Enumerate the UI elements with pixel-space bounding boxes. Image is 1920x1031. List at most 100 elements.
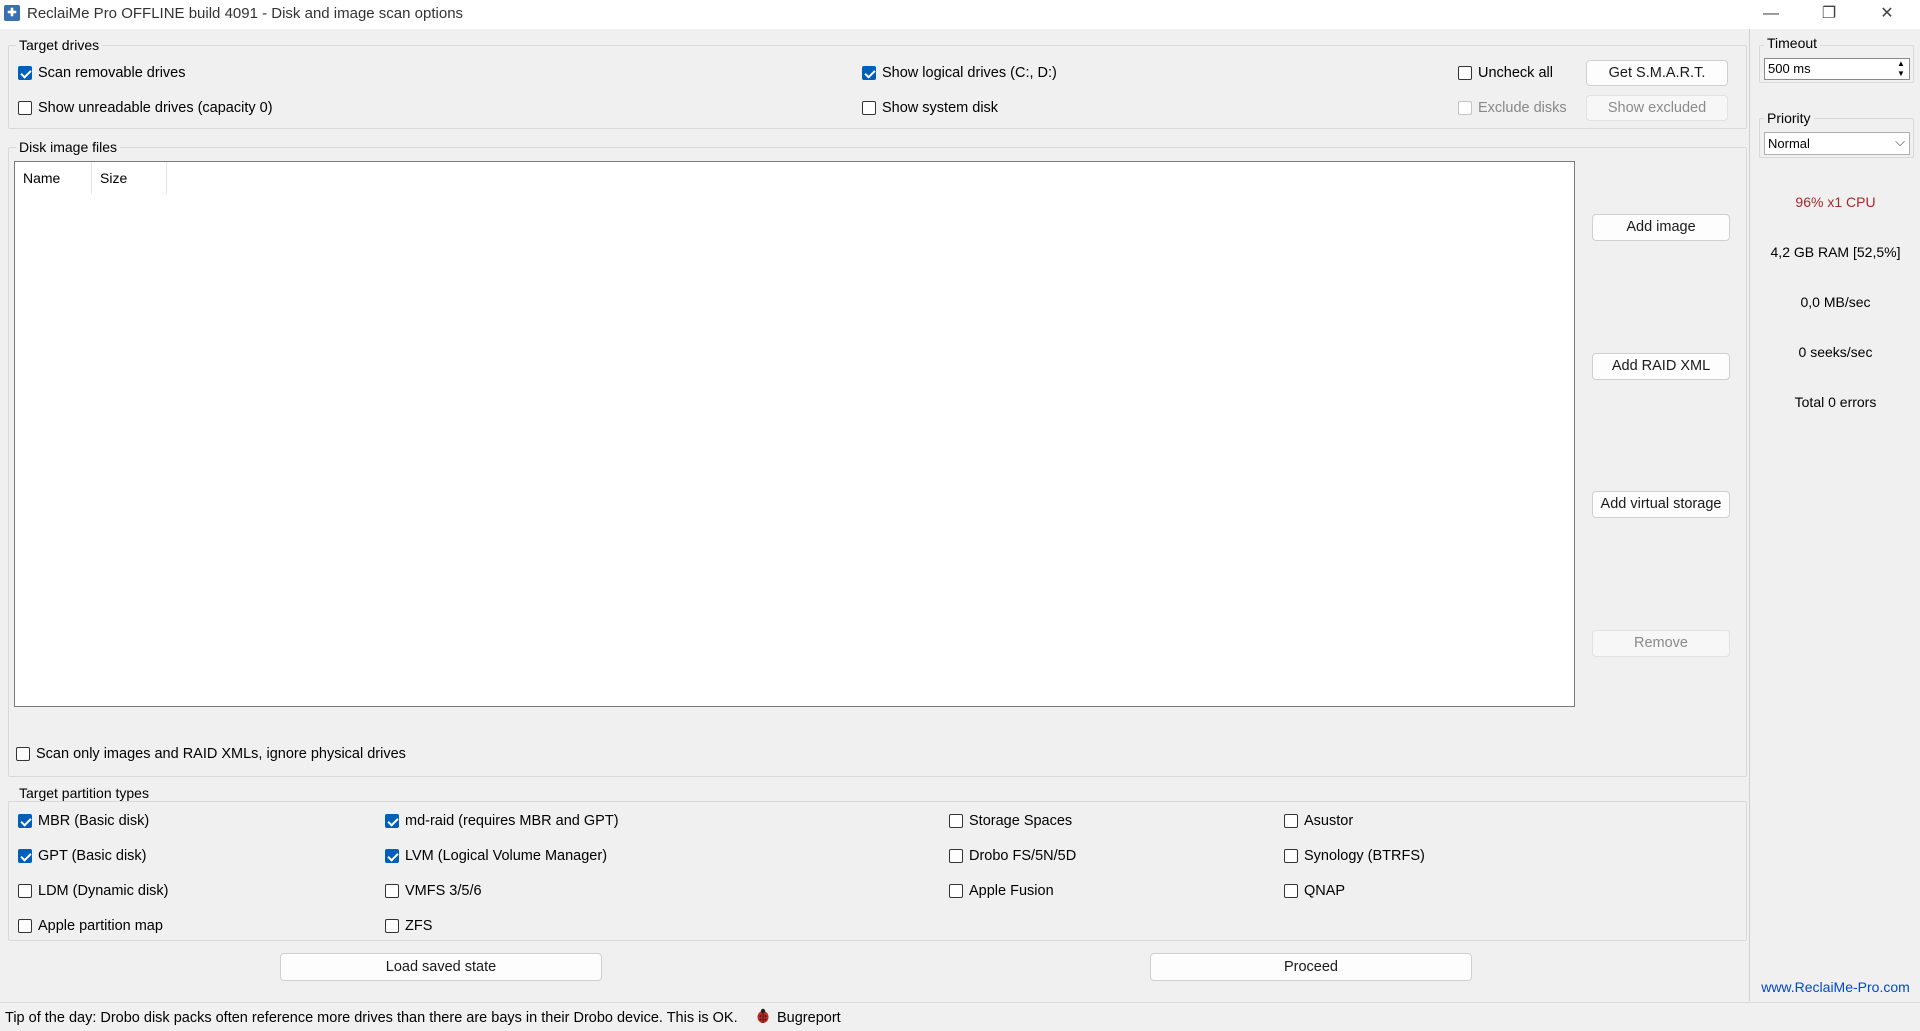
partition-type-label: QNAP	[1304, 883, 1346, 899]
add-image-button[interactable]: Add image	[1592, 214, 1730, 241]
partition-type-md-raid[interactable]: md-raid (requires MBR and GPT)	[385, 812, 619, 830]
column-header-size[interactable]: Size	[92, 162, 167, 194]
checkbox-checked-icon	[862, 66, 876, 80]
partition-type-lvm[interactable]: LVM (Logical Volume Manager)	[385, 847, 607, 865]
title-bar: ✚ ReclaiMe Pro OFFLINE build 4091 - Disk…	[0, 0, 1920, 29]
spin-up-icon[interactable]: ▲	[1895, 59, 1907, 69]
checkbox-icon	[949, 884, 963, 898]
checkbox-icon	[1284, 849, 1298, 863]
column-header-name[interactable]: Name	[15, 162, 92, 194]
show-system-disk-checkbox[interactable]: Show system disk	[862, 99, 998, 117]
show-logical-label: Show logical drives (C:, D:)	[882, 65, 1057, 81]
scan-only-images-label: Scan only images and RAID XMLs, ignore p…	[36, 746, 406, 762]
spin-down-icon[interactable]: ▼	[1895, 69, 1907, 79]
checkbox-checked-icon	[385, 849, 399, 863]
checkbox-icon	[1284, 884, 1298, 898]
window-title: ReclaiMe Pro OFFLINE build 4091 - Disk a…	[27, 5, 464, 22]
tip-of-the-day: Tip of the day: Drobo disk packs often r…	[5, 1010, 738, 1026]
image-file-list[interactable]: Name Size	[14, 161, 1575, 707]
checkbox-icon	[1284, 814, 1298, 828]
checkbox-icon	[18, 101, 32, 115]
right-panel: Timeout 500 ms ▲ ▼ Priority Normal ⌵ 96%…	[1749, 29, 1920, 1001]
checkbox-checked-icon	[18, 849, 32, 863]
partition-type-zfs[interactable]: ZFS	[385, 917, 432, 935]
checkbox-icon	[1458, 66, 1472, 80]
show-excluded-button[interactable]: Show excluded	[1586, 95, 1728, 121]
uncheck-all-checkbox[interactable]: Uncheck all	[1458, 64, 1553, 82]
priority-value: Normal	[1768, 136, 1810, 151]
throughput: 0,0 MB/sec	[1800, 294, 1871, 310]
bugreport-link[interactable]: Bugreport	[777, 1010, 841, 1026]
partition-type-label: Asustor	[1304, 813, 1354, 829]
partition-type-qnap[interactable]: QNAP	[1284, 882, 1345, 900]
add-virtual-storage-button[interactable]: Add virtual storage	[1592, 491, 1730, 518]
show-unreadable-label: Show unreadable drives (capacity 0)	[38, 100, 273, 116]
timeout-spinner[interactable]: 500 ms ▲ ▼	[1764, 58, 1910, 80]
partition-type-label: ZFS	[405, 918, 433, 934]
add-raid-xml-button[interactable]: Add RAID XML	[1592, 353, 1730, 380]
partition-type-label: VMFS 3/5/6	[405, 883, 482, 899]
partition-type-label: Apple partition map	[38, 918, 163, 934]
restore-button[interactable]: ❐	[1800, 0, 1858, 29]
scan-only-images-checkbox[interactable]: Scan only images and RAID XMLs, ignore p…	[16, 745, 406, 763]
ladybug-icon[interactable]	[756, 1008, 770, 1024]
partition-type-gpt[interactable]: GPT (Basic disk)	[18, 847, 147, 865]
partition-type-vmfs[interactable]: VMFS 3/5/6	[385, 882, 482, 900]
partition-type-asustor[interactable]: Asustor	[1284, 812, 1353, 830]
partition-type-label: LVM (Logical Volume Manager)	[405, 848, 608, 864]
proceed-button[interactable]: Proceed	[1150, 953, 1472, 981]
status-bar: Tip of the day: Drobo disk packs often r…	[0, 1002, 1920, 1031]
remove-button[interactable]: Remove	[1592, 630, 1730, 657]
timeout-value: 500 ms	[1768, 61, 1811, 76]
uncheck-all-label: Uncheck all	[1478, 65, 1553, 81]
website-link[interactable]: www.ReclaiMe-Pro.com	[1750, 979, 1920, 995]
checkbox-icon	[385, 884, 399, 898]
partition-type-drobo[interactable]: Drobo FS/5N/5D	[949, 847, 1076, 865]
partition-type-label: MBR (Basic disk)	[38, 813, 150, 829]
target-partition-types-title: Target partition types	[16, 785, 152, 801]
close-button[interactable]: ✕	[1858, 0, 1916, 29]
priority-title: Priority	[1764, 110, 1814, 126]
priority-select[interactable]: Normal ⌵	[1764, 132, 1910, 155]
error-count: Total 0 errors	[1794, 394, 1877, 410]
checkbox-icon	[18, 884, 32, 898]
partition-type-ldm[interactable]: LDM (Dynamic disk)	[18, 882, 169, 900]
show-logical-checkbox[interactable]: Show logical drives (C:, D:)	[862, 64, 1057, 82]
app-icon: ✚	[4, 5, 20, 21]
partition-type-storage-spaces[interactable]: Storage Spaces	[949, 812, 1072, 830]
timeout-title: Timeout	[1764, 35, 1821, 51]
checkbox-icon	[1458, 101, 1472, 115]
scan-removable-checkbox[interactable]: Scan removable drives	[18, 64, 186, 82]
checkbox-icon	[949, 849, 963, 863]
partition-type-mbr[interactable]: MBR (Basic disk)	[18, 812, 149, 830]
partition-type-apple-fusion[interactable]: Apple Fusion	[949, 882, 1054, 900]
show-unreadable-checkbox[interactable]: Show unreadable drives (capacity 0)	[18, 99, 273, 117]
partition-type-label: LDM (Dynamic disk)	[38, 883, 169, 899]
scan-removable-label: Scan removable drives	[38, 65, 186, 81]
checkbox-checked-icon	[18, 66, 32, 80]
checkbox-icon	[385, 919, 399, 933]
checkbox-checked-icon	[385, 814, 399, 828]
show-system-disk-label: Show system disk	[882, 100, 999, 116]
checkbox-icon	[949, 814, 963, 828]
minimize-button[interactable]: —	[1742, 0, 1800, 29]
ram-usage: 4,2 GB RAM [52,5%]	[1770, 244, 1901, 260]
checkbox-icon	[862, 101, 876, 115]
checkbox-checked-icon	[18, 814, 32, 828]
get-smart-button[interactable]: Get S.M.A.R.T.	[1586, 60, 1728, 86]
partition-type-label: Storage Spaces	[969, 813, 1073, 829]
target-partition-types-group	[8, 801, 1747, 941]
chevron-down-icon: ⌵	[1895, 134, 1905, 149]
partition-type-label: Apple Fusion	[969, 883, 1054, 899]
disk-image-files-title: Disk image files	[16, 139, 121, 155]
target-drives-title: Target drives	[16, 37, 103, 53]
partition-type-label: md-raid (requires MBR and GPT)	[405, 813, 619, 829]
partition-type-label: Synology (BTRFS)	[1304, 848, 1425, 864]
exclude-disks-checkbox[interactable]: Exclude disks	[1458, 99, 1567, 117]
seeks-rate: 0 seeks/sec	[1798, 344, 1873, 360]
partition-type-synology[interactable]: Synology (BTRFS)	[1284, 847, 1425, 865]
partition-type-apple-partition-map[interactable]: Apple partition map	[18, 917, 163, 935]
partition-type-label: Drobo FS/5N/5D	[969, 848, 1077, 864]
load-saved-state-button[interactable]: Load saved state	[280, 953, 602, 981]
cpu-usage: 96% x1 CPU	[1795, 194, 1876, 210]
